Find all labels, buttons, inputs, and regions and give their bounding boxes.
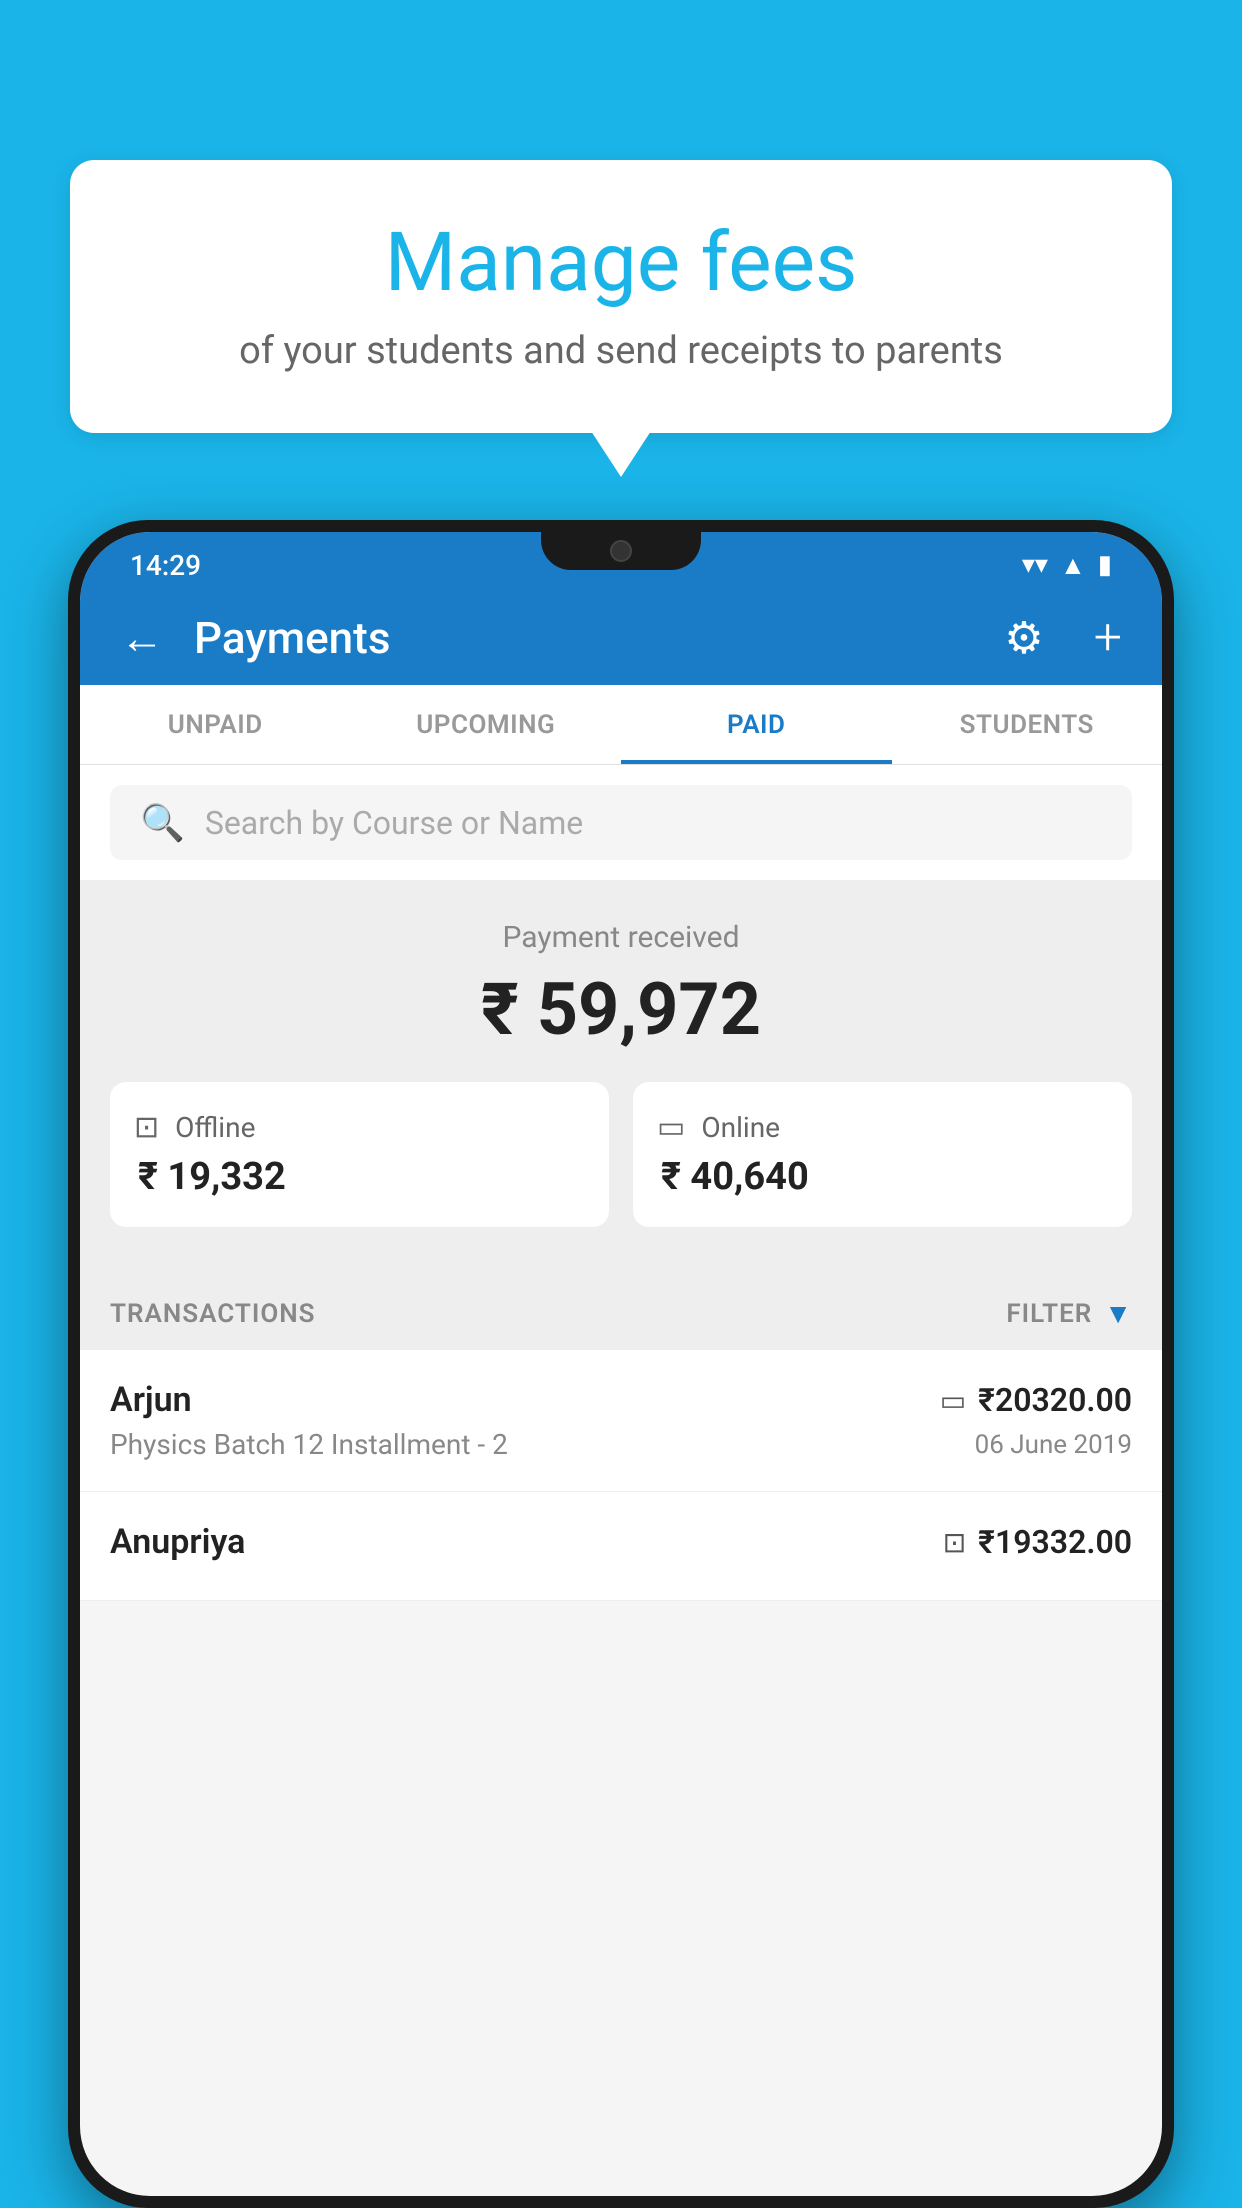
search-box[interactable]: 🔍 Search by Course or Name (110, 785, 1132, 860)
transaction-name: Anupriya (110, 1522, 245, 1562)
transaction-name: Arjun (110, 1380, 192, 1420)
transaction-bottom: Physics Batch 12 Installment - 2 06 June… (110, 1428, 1132, 1461)
transaction-row[interactable]: Anupriya ⊡ ₹19332.00 (80, 1492, 1162, 1601)
online-type: Online (701, 1111, 780, 1144)
phone-frame-container: 14:29 ▾▾ ▲ ▮ ← Payments ⚙ + UNPAID (68, 520, 1174, 2208)
card-payment-icon: ▭ (940, 1384, 966, 1417)
transactions-header: TRANSACTIONS FILTER ▼ (80, 1277, 1162, 1350)
payment-label: Payment received (110, 920, 1132, 955)
search-icon: 🔍 (140, 802, 185, 844)
tabs: UNPAID UPCOMING PAID STUDENTS (80, 685, 1162, 765)
search-input[interactable]: Search by Course or Name (205, 804, 583, 842)
transaction-amount-row: ⊡ ₹19332.00 (943, 1523, 1132, 1561)
online-card-header: ▭ Online (657, 1110, 1108, 1145)
search-container: 🔍 Search by Course or Name (80, 765, 1162, 880)
offline-type: Offline (175, 1111, 255, 1144)
status-icons: ▾▾ ▲ ▮ (1022, 550, 1112, 581)
speech-bubble-container: Manage fees of your students and send re… (70, 160, 1172, 433)
offline-payment-icon: ⊡ (943, 1526, 966, 1559)
transaction-top: Anupriya ⊡ ₹19332.00 (110, 1522, 1132, 1562)
phone-notch (541, 532, 701, 570)
signal-icon: ▲ (1060, 550, 1086, 581)
tab-paid[interactable]: PAID (621, 685, 892, 764)
tab-unpaid[interactable]: UNPAID (80, 685, 351, 764)
bubble-subtitle: of your students and send receipts to pa… (130, 329, 1112, 373)
phone-frame: 14:29 ▾▾ ▲ ▮ ← Payments ⚙ + UNPAID (68, 520, 1174, 2208)
filter-label: FILTER (1006, 1299, 1092, 1329)
transaction-date: 06 June 2019 (975, 1430, 1132, 1460)
settings-icon[interactable]: ⚙ (1004, 612, 1043, 664)
payment-amount: ₹ 59,972 (110, 967, 1132, 1052)
filter-container[interactable]: FILTER ▼ (1006, 1297, 1132, 1330)
speech-bubble: Manage fees of your students and send re… (70, 160, 1172, 433)
payment-summary: Payment received ₹ 59,972 ⊡ Offline ₹ 19… (80, 880, 1162, 1277)
transactions-label: TRANSACTIONS (110, 1299, 316, 1329)
camera (610, 540, 632, 562)
phone-inner: 14:29 ▾▾ ▲ ▮ ← Payments ⚙ + UNPAID (80, 532, 1162, 2196)
payment-cards: ⊡ Offline ₹ 19,332 ▭ Online ₹ 40,640 (110, 1082, 1132, 1227)
battery-icon: ▮ (1098, 550, 1112, 580)
filter-icon: ▼ (1104, 1297, 1132, 1330)
tab-upcoming[interactable]: UPCOMING (351, 685, 622, 764)
wifi-icon: ▾▾ (1022, 550, 1048, 580)
transaction-amount-row: ▭ ₹20320.00 (940, 1381, 1132, 1419)
transaction-course: Physics Batch 12 Installment - 2 (110, 1428, 508, 1461)
online-card: ▭ Online ₹ 40,640 (633, 1082, 1132, 1227)
offline-icon: ⊡ (134, 1110, 159, 1145)
add-icon[interactable]: + (1094, 609, 1122, 667)
transaction-amount: ₹19332.00 (978, 1523, 1132, 1561)
transaction-amount: ₹20320.00 (978, 1381, 1132, 1419)
offline-card: ⊡ Offline ₹ 19,332 (110, 1082, 609, 1227)
app-title: Payments (194, 612, 974, 664)
online-amount: ₹ 40,640 (657, 1155, 1108, 1199)
transaction-row[interactable]: Arjun ▭ ₹20320.00 Physics Batch 12 Insta… (80, 1350, 1162, 1492)
online-icon: ▭ (657, 1110, 685, 1145)
bubble-title: Manage fees (130, 215, 1112, 311)
status-time: 14:29 (130, 549, 201, 582)
offline-card-header: ⊡ Offline (134, 1110, 585, 1145)
transaction-top: Arjun ▭ ₹20320.00 (110, 1380, 1132, 1420)
tab-students[interactable]: STUDENTS (892, 685, 1163, 764)
offline-amount: ₹ 19,332 (134, 1155, 585, 1199)
app-header: ← Payments ⚙ + (80, 590, 1162, 685)
back-button[interactable]: ← (120, 612, 164, 664)
